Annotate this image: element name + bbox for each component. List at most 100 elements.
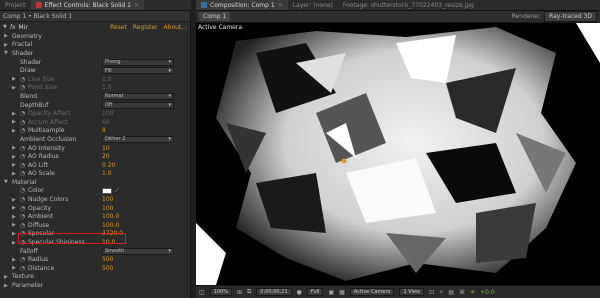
resolution-dropdown[interactable]: Full [306, 288, 324, 296]
property-dropdown[interactable]: Fill ▾ [102, 67, 174, 75]
stopwatch-icon[interactable]: ◔ [20, 205, 25, 212]
always-preview-icon[interactable]: ◫ [199, 289, 205, 296]
about-link[interactable]: About... [164, 24, 187, 31]
triangle-right-icon[interactable]: ▶ [12, 265, 16, 271]
color-channel-icon[interactable]: ● [297, 289, 302, 296]
property-row[interactable]: Blend Normal ▾ [0, 92, 190, 101]
property-value[interactable]: 10 [102, 145, 110, 152]
property-value[interactable]: 0.20 [102, 162, 115, 169]
triangle-right-icon[interactable]: ▶ [12, 222, 16, 228]
triangle-right-icon[interactable]: ▶ [12, 240, 16, 246]
tab-footage[interactable]: Footage: shutterstock_77022403_resize.jp… [338, 0, 479, 10]
triangle-right-icon[interactable]: ▶ [12, 171, 16, 177]
property-row[interactable]: ▶ ◔ Point Size 1.0 [0, 84, 190, 93]
property-value[interactable]: 8 [102, 127, 106, 134]
camera-dropdown[interactable]: Active Camera [349, 288, 395, 296]
property-value[interactable]: 1.0 [102, 84, 112, 91]
stopwatch-icon[interactable]: ◔ [20, 187, 25, 194]
property-row[interactable]: ◔ Color ⟋ [0, 187, 190, 196]
tab-composition[interactable]: Composition: Comp 1 ✕ [196, 0, 288, 10]
exposure-value[interactable]: +0.0 [480, 289, 495, 296]
transparency-grid-icon[interactable]: ▦ [339, 289, 345, 296]
property-row[interactable]: ▶ ◔ Opacity 100 [0, 204, 190, 213]
grid-overlay-icon[interactable]: ⊞ [237, 289, 242, 296]
fx-icon[interactable]: fx [10, 24, 16, 31]
property-dropdown[interactable]: Off ▾ [102, 101, 174, 109]
reset-link[interactable]: Reset [110, 24, 127, 31]
eyedropper-icon[interactable]: ⟋ [115, 187, 119, 195]
property-row[interactable]: ▶ ◔ AO Scale 1.0 [0, 170, 190, 179]
stopwatch-icon[interactable]: ◔ [20, 213, 25, 220]
exposure-icon[interactable]: ✳ [470, 289, 475, 296]
stopwatch-icon[interactable]: ◔ [20, 222, 25, 229]
stopwatch-icon[interactable]: ◔ [20, 196, 25, 203]
property-row[interactable]: ▶ ◔ Diffuse 100.0 [0, 221, 190, 230]
stopwatch-icon[interactable]: ◔ [20, 145, 25, 152]
property-value[interactable]: 1.0 [102, 170, 112, 177]
property-value[interactable]: 100.0 [102, 222, 119, 229]
triangle-right-icon[interactable]: ▶ [12, 85, 16, 91]
property-row[interactable]: ▶ ◔ Line Size 1.0 [0, 75, 190, 84]
triangle-right-icon[interactable]: ▶ [4, 274, 8, 280]
pixel-aspect-icon[interactable]: ⊡ [429, 289, 434, 296]
renderer-button[interactable]: Ray-traced 3D [544, 11, 597, 22]
property-row[interactable]: ▶ ◔ Distance 500 [0, 264, 190, 273]
triangle-down-icon[interactable]: ▼ [3, 24, 7, 30]
views-dropdown[interactable]: 1 View [399, 288, 425, 296]
composition-viewer[interactable]: Active Camera [196, 23, 600, 285]
triangle-down-icon[interactable]: ▼ [4, 50, 8, 56]
property-value[interactable]: 100 [102, 196, 113, 203]
property-row[interactable]: ▶ Fractal [0, 41, 190, 50]
triangle-right-icon[interactable]: ▶ [4, 33, 8, 39]
close-icon[interactable]: ✕ [278, 2, 283, 9]
property-dropdown[interactable]: Smooth ▾ [102, 247, 174, 255]
property-value[interactable]: 500 [102, 265, 113, 272]
timecode-field[interactable]: 0;00;00;21 [256, 288, 292, 296]
property-row[interactable]: ▶ ◔ AO Intensity 10 [0, 144, 190, 153]
property-row[interactable]: ▶ Geometry [0, 32, 190, 41]
triangle-right-icon[interactable]: ▶ [4, 283, 8, 289]
property-value[interactable]: 100 [102, 205, 113, 212]
triangle-right-icon[interactable]: ▶ [12, 205, 16, 211]
property-row[interactable]: ▶ ◔ Multisample 8 [0, 127, 190, 136]
property-value[interactable]: 100.0 [102, 213, 119, 220]
stopwatch-icon[interactable]: ◔ [20, 153, 25, 160]
property-value[interactable]: 60 [102, 119, 110, 126]
stopwatch-icon[interactable]: ◔ [20, 170, 25, 177]
property-row[interactable]: DepthBuf Off ▾ [0, 101, 190, 110]
fast-preview-icon[interactable]: ⚡ [439, 289, 443, 296]
property-row[interactable]: ▶ Texture [0, 273, 190, 282]
property-row[interactable]: ▶ ◔ AO Radius 20 [0, 152, 190, 161]
stopwatch-icon[interactable]: ◔ [20, 127, 25, 134]
timeline-icon[interactable]: ▤ [448, 289, 454, 296]
triangle-right-icon[interactable]: ▶ [12, 111, 16, 117]
flowchart-icon[interactable]: ⌘ [459, 289, 465, 296]
triangle-down-icon[interactable]: ▼ [4, 179, 8, 185]
triangle-right-icon[interactable]: ▶ [12, 214, 16, 220]
comp-navigator-tab[interactable]: Comp 1 [199, 12, 231, 21]
color-swatch[interactable] [102, 187, 112, 194]
triangle-right-icon[interactable]: ▶ [12, 257, 16, 263]
triangle-right-icon[interactable]: ▶ [12, 76, 16, 82]
property-value[interactable]: 1.0 [102, 76, 112, 83]
tab-project[interactable]: Project [0, 0, 31, 10]
stopwatch-icon[interactable]: ◔ [20, 265, 25, 272]
triangle-right-icon[interactable]: ▶ [12, 154, 16, 160]
property-dropdown[interactable]: Normal ▾ [102, 92, 174, 100]
property-dropdown[interactable]: Phong ▾ [102, 58, 174, 66]
stopwatch-icon[interactable]: ◔ [20, 84, 25, 91]
stopwatch-icon[interactable]: ◔ [20, 256, 25, 263]
property-row[interactable]: Ambient Occlusion Dither 2 ▾ [0, 135, 190, 144]
property-row[interactable]: ▶ ◔ Accum Affect 60 [0, 118, 190, 127]
property-row[interactable]: ▶ ◔ Ambient 100.0 [0, 212, 190, 221]
property-value[interactable]: 100 [102, 110, 113, 117]
property-row[interactable]: Draw Fill ▾ [0, 66, 190, 75]
triangle-right-icon[interactable]: ▶ [12, 128, 16, 134]
triangle-right-icon[interactable]: ▶ [4, 42, 8, 48]
stopwatch-icon[interactable]: ◔ [20, 162, 25, 169]
triangle-right-icon[interactable]: ▶ [12, 197, 16, 203]
property-dropdown[interactable]: Dither 2 ▾ [102, 135, 174, 143]
property-row[interactable]: ▶ ◔ AO Lift 0.20 [0, 161, 190, 170]
triangle-right-icon[interactable]: ▶ [12, 231, 16, 237]
triangle-right-icon[interactable]: ▶ [12, 162, 16, 168]
